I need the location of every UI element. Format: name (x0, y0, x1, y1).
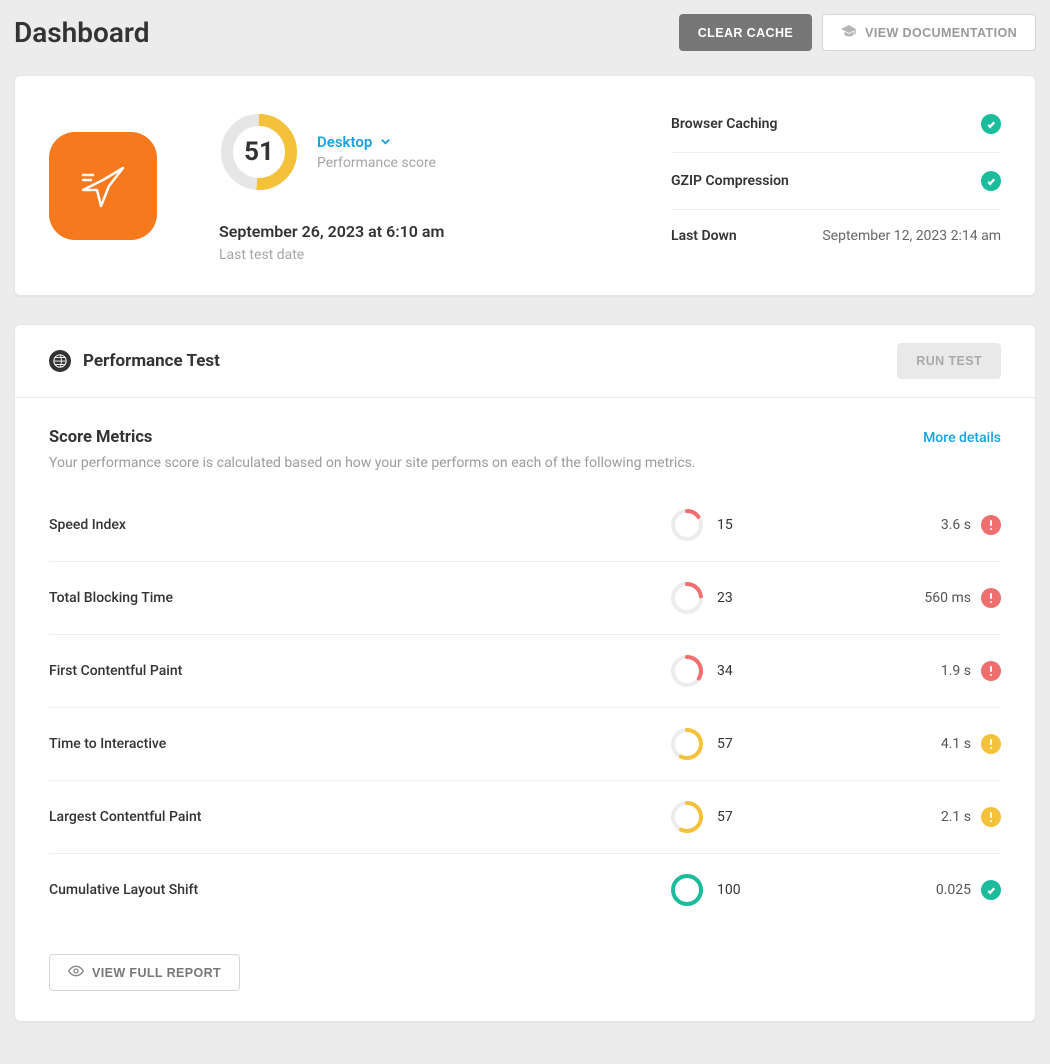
check-icon (981, 171, 1001, 191)
performance-score-gauge: 51 (219, 112, 299, 192)
metric-row: Total Blocking Time 23 560 ms (49, 562, 1001, 635)
metric-name: Cumulative Layout Shift (49, 882, 671, 898)
device-selector[interactable]: Desktop (317, 133, 436, 151)
app-logo (49, 132, 157, 240)
performance-section-title: Performance Test (83, 351, 220, 371)
overview-right: Browser Caching GZIP Compression Last Do… (671, 112, 1001, 263)
metric-score: 57 (671, 801, 871, 833)
score-metrics-heading: Score Metrics (49, 428, 152, 447)
device-label: Desktop (317, 133, 372, 151)
metric-value: 0.025 (871, 880, 1001, 900)
browser-caching-label: Browser Caching (671, 116, 777, 132)
gzip-row: GZIP Compression (671, 153, 1001, 210)
graduation-cap-icon (841, 25, 857, 40)
eye-icon (68, 965, 84, 980)
last-test-date-sub: Last test date (219, 247, 444, 263)
run-test-label: RUN TEST (916, 354, 982, 368)
status-badge-icon (981, 734, 1001, 754)
metric-row: Speed Index 15 3.6 s (49, 489, 1001, 562)
metric-score: 100 (671, 874, 871, 906)
header-buttons: CLEAR CACHE VIEW DOCUMENTATION (679, 14, 1036, 51)
metric-name: Time to Interactive (49, 736, 671, 752)
status-badge-icon (981, 880, 1001, 900)
score-metrics-sub: Your performance score is calculated bas… (49, 455, 1001, 471)
last-test-date: September 26, 2023 at 6:10 am (219, 222, 444, 241)
more-details-link[interactable]: More details (923, 430, 1001, 446)
metric-gauge (671, 582, 703, 614)
view-documentation-button[interactable]: VIEW DOCUMENTATION (822, 14, 1036, 51)
metric-name: Total Blocking Time (49, 590, 671, 606)
metric-score: 57 (671, 728, 871, 760)
view-full-report-button[interactable]: VIEW FULL REPORT (49, 954, 240, 991)
last-down-row: Last Down September 12, 2023 2:14 am (671, 210, 1001, 244)
overview-card: 51 Desktop Performance score September 2… (14, 75, 1036, 296)
globe-icon (49, 350, 71, 372)
metric-name: First Contentful Paint (49, 663, 671, 679)
view-full-report-label: VIEW FULL REPORT (92, 966, 221, 980)
metric-score-value: 15 (717, 517, 733, 533)
page-header: Dashboard CLEAR CACHE VIEW DOCUMENTATION (14, 14, 1036, 51)
metrics-body: Score Metrics More details Your performa… (15, 398, 1035, 934)
score-column: 51 Desktop Performance score September 2… (219, 112, 444, 263)
metric-score: 34 (671, 655, 871, 687)
browser-caching-row: Browser Caching (671, 112, 1001, 153)
performance-score-value: 51 (219, 112, 299, 192)
metric-value: 560 ms (871, 588, 1001, 608)
run-test-button[interactable]: RUN TEST (897, 343, 1001, 379)
metric-score: 15 (671, 509, 871, 541)
metric-value-text: 1.9 s (941, 663, 971, 679)
metric-row: First Contentful Paint 34 1.9 s (49, 635, 1001, 708)
metric-name: Largest Contentful Paint (49, 809, 671, 825)
metric-score-value: 57 (717, 809, 733, 825)
metric-value-text: 4.1 s (941, 736, 971, 752)
performance-test-card: Performance Test RUN TEST Score Metrics … (14, 324, 1036, 1022)
metric-score-value: 23 (717, 590, 733, 606)
performance-section-header: Performance Test RUN TEST (15, 325, 1035, 398)
status-badge-icon (981, 588, 1001, 608)
status-badge-icon (981, 661, 1001, 681)
clear-cache-label: CLEAR CACHE (698, 26, 793, 40)
metric-gauge (671, 874, 703, 906)
metric-value: 3.6 s (871, 515, 1001, 535)
metric-score-value: 100 (717, 882, 741, 898)
metric-name: Speed Index (49, 517, 671, 533)
metric-row: Time to Interactive 57 4.1 s (49, 708, 1001, 781)
gzip-label: GZIP Compression (671, 173, 789, 189)
last-down-value: September 12, 2023 2:14 am (822, 228, 1001, 244)
device-sublabel: Performance score (317, 155, 436, 171)
overview-left: 51 Desktop Performance score September 2… (49, 112, 671, 263)
metric-value: 1.9 s (871, 661, 1001, 681)
metric-row: Cumulative Layout Shift 100 0.025 (49, 854, 1001, 926)
metric-gauge (671, 801, 703, 833)
metric-value-text: 3.6 s (941, 517, 971, 533)
check-icon (981, 114, 1001, 134)
metric-score-value: 34 (717, 663, 733, 679)
metric-gauge (671, 509, 703, 541)
metric-value: 2.1 s (871, 807, 1001, 827)
status-badge-icon (981, 515, 1001, 535)
last-down-label: Last Down (671, 228, 737, 244)
clear-cache-button[interactable]: CLEAR CACHE (679, 14, 812, 51)
page-title: Dashboard (14, 16, 150, 49)
view-docs-label: VIEW DOCUMENTATION (865, 26, 1017, 40)
chevron-down-icon (380, 133, 391, 151)
metric-gauge (671, 728, 703, 760)
metric-value-text: 0.025 (936, 882, 971, 898)
status-badge-icon (981, 807, 1001, 827)
metric-row: Largest Contentful Paint 57 2.1 s (49, 781, 1001, 854)
performance-footer: VIEW FULL REPORT (15, 934, 1035, 1021)
metric-value: 4.1 s (871, 734, 1001, 754)
metric-value-text: 560 ms (924, 590, 971, 606)
metric-score: 23 (671, 582, 871, 614)
metric-value-text: 2.1 s (941, 809, 971, 825)
metric-score-value: 57 (717, 736, 733, 752)
metric-gauge (671, 655, 703, 687)
